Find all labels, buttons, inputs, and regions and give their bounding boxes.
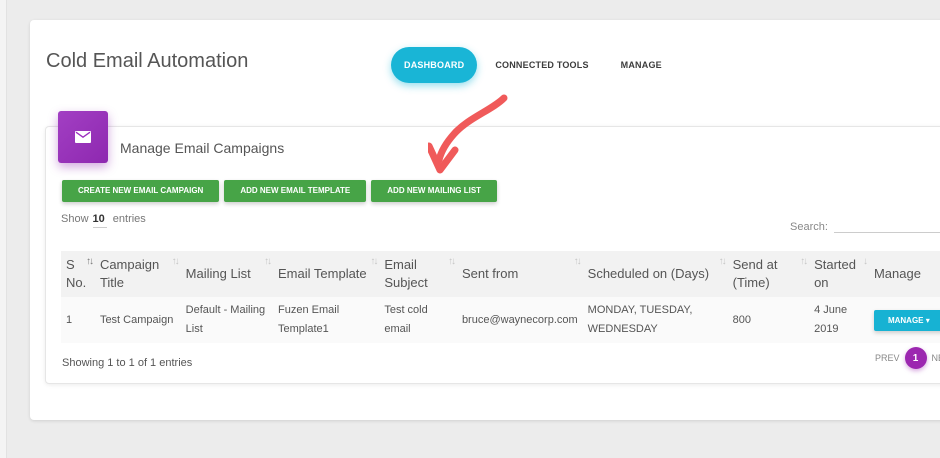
page-1-button[interactable]: 1 <box>904 347 927 369</box>
caret-down-icon: ▾ <box>925 315 930 325</box>
col-header-template[interactable]: Email Template ↑↓ <box>273 251 379 297</box>
cell-started: 4 June 2019 <box>814 304 848 335</box>
col-header-title[interactable]: Campaign Title ↑↓ <box>95 251 181 297</box>
main-panel: Cold Email Automation DASHBOARD CONNECTE… <box>30 20 940 420</box>
app-title: Cold Email Automation <box>46 50 249 72</box>
sort-icon: ↓ <box>862 256 868 267</box>
search-control: Search: <box>790 213 940 233</box>
campaigns-card: Manage Email Campaigns CREATE NEW EMAIL … <box>45 111 940 384</box>
sort-icon: ↑↓ <box>370 256 378 267</box>
col-header-label: Mailing List <box>185 266 251 281</box>
tab-manage[interactable]: MANAGE <box>607 47 676 83</box>
add-mailing-list-button[interactable]: ADD NEW MAILING LIST <box>371 180 498 202</box>
sort-icon: ↑↓ <box>264 256 272 267</box>
action-buttons: CREATE NEW EMAIL CAMPAIGN ADD NEW EMAIL … <box>62 180 502 202</box>
cell-sno: 1 <box>66 313 73 326</box>
entries-select[interactable]: 10 <box>92 213 107 228</box>
campaigns-table: S No. ↑↓ Campaign Title ↑↓ Mailing List … <box>61 251 940 343</box>
table-row: 1 Test Campaign Default - Mailing List F… <box>61 297 940 343</box>
col-header-label: S No. <box>66 257 87 290</box>
search-label: Search: <box>790 221 828 233</box>
sort-icon: ↑↓ <box>800 256 808 267</box>
col-header-label: Email Template <box>278 266 367 281</box>
col-header-scheduled[interactable]: Scheduled on (Days) ↑↓ <box>583 251 728 297</box>
tab-dashboard[interactable]: DASHBOARD <box>391 47 478 83</box>
cell-sent-from: bruce@waynecorp.com <box>461 313 578 326</box>
col-header-label: Started on <box>814 257 856 290</box>
sort-icon: ↑↓ <box>718 256 727 267</box>
col-header-send-at[interactable]: Send at (Time) ↑↓ <box>728 251 809 297</box>
entries-length-control: Show 10 entries <box>61 213 146 228</box>
pagination: PREV 1 NE <box>875 347 940 369</box>
col-header-subject[interactable]: Email Subject ↑↓ <box>379 251 457 297</box>
cell-scheduled: MONDAY, TUESDAY, WEDNESDAY <box>587 304 693 335</box>
cell-subject: Test cold email <box>384 304 428 335</box>
col-header-label: Manage <box>873 266 921 281</box>
manage-button-label: MANAGE <box>887 315 924 325</box>
col-header-label: Campaign Title <box>99 257 160 290</box>
col-header-manage: Manage <box>869 251 940 297</box>
sort-icon: ↑↓ <box>573 256 582 267</box>
col-header-label: Sent from <box>461 266 519 281</box>
table-info: Showing 1 to 1 of 1 entries <box>62 357 193 369</box>
cell-send-at: 800 <box>732 313 751 326</box>
create-campaign-button[interactable]: CREATE NEW EMAIL CAMPAIGN <box>62 180 220 202</box>
col-header-label: Send at (Time) <box>732 257 778 290</box>
next-button[interactable]: NE <box>932 353 940 363</box>
sort-icon: ↑↓ <box>171 256 180 267</box>
tab-connected-tools[interactable]: CONNECTED TOOLS <box>481 47 602 83</box>
search-input[interactable] <box>833 213 940 233</box>
table-header-row: S No. ↑↓ Campaign Title ↑↓ Mailing List … <box>61 251 940 297</box>
col-header-label: Email Subject <box>384 257 428 290</box>
cell-mailing-list: Default - Mailing List <box>185 304 266 335</box>
col-header-sent-from[interactable]: Sent from ↑↓ <box>457 251 583 297</box>
col-header-started[interactable]: Started on ↓ <box>809 251 869 297</box>
col-header-mailing-list[interactable]: Mailing List ↑↓ <box>181 251 273 297</box>
envelope-icon <box>75 131 91 143</box>
prev-button[interactable]: PREV <box>875 353 900 363</box>
card-title: Manage Email Campaigns <box>120 140 285 156</box>
cell-title: Test Campaign <box>99 313 174 326</box>
cell-template: Fuzen Email Template1 <box>278 304 340 335</box>
col-header-label: Scheduled on (Days) <box>587 266 710 281</box>
sort-icon: ↑↓ <box>447 256 456 267</box>
add-template-button[interactable]: ADD NEW EMAIL TEMPLATE <box>224 180 367 202</box>
left-edge-strip <box>0 0 7 458</box>
entries-label: entries <box>112 213 146 225</box>
col-header-sno[interactable]: S No. ↑↓ <box>61 251 95 297</box>
card-icon-badge <box>58 111 108 163</box>
manage-dropdown-button[interactable]: MANAGE ▾ <box>873 309 940 331</box>
cell-manage: MANAGE ▾ <box>869 297 940 343</box>
sort-icon: ↑↓ <box>85 256 94 267</box>
top-nav: DASHBOARD CONNECTED TOOLS MANAGE <box>391 47 680 83</box>
show-label: Show <box>61 213 89 225</box>
